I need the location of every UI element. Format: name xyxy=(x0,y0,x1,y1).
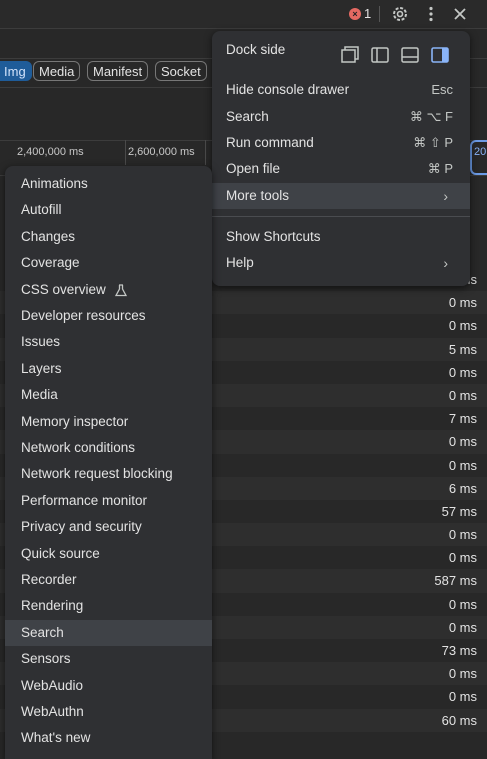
timeline-tick: 20 xyxy=(474,146,487,158)
menu-divider xyxy=(212,216,470,217)
menu-item-run-command[interactable]: Run command ⌘ ⇧ P xyxy=(212,130,470,156)
dock-side-row: Dock side xyxy=(212,37,470,63)
submenu-item-search[interactable]: Search xyxy=(5,619,212,647)
submenu-item-label: Coverage xyxy=(21,255,80,271)
filter-chip-img[interactable]: Img xyxy=(0,61,32,81)
submenu-item-coverage[interactable]: Coverage xyxy=(5,250,212,277)
dock-side-label: Dock side xyxy=(226,42,286,57)
shortcut: Esc xyxy=(431,82,453,97)
submenu-item-label: Animations xyxy=(21,176,88,191)
menu-item-search[interactable]: Search ⌘ ⌥ F xyxy=(212,104,470,130)
timeline-tick: 2,400,000 ms xyxy=(17,146,84,158)
submenu-item-label: Recorder xyxy=(21,572,77,587)
submenu-item-rendering[interactable]: Rendering xyxy=(5,593,212,620)
more-tools-submenu: Animations Autofill Changes Coverage CSS ove… xyxy=(5,166,212,759)
chevron-right-icon: › xyxy=(443,255,448,271)
submenu-item-label: Rendering xyxy=(21,598,84,614)
submenu-item-issues[interactable]: Issues xyxy=(5,329,212,356)
submenu-item-media[interactable]: Media xyxy=(5,382,212,409)
filter-chip-socket[interactable]: Socket xyxy=(155,61,207,81)
submenu-item-label: Performance monitor xyxy=(21,492,148,508)
submenu-item-label: Network request blocking xyxy=(21,466,173,482)
filter-chip-media[interactable]: Media xyxy=(33,61,81,81)
toolbar-divider xyxy=(379,6,380,22)
submenu-item-developer-resources[interactable]: Developer resources xyxy=(5,303,212,330)
request-type-filters: Img Media Manifest Socket xyxy=(0,59,215,87)
submenu-item-webauthn[interactable]: WebAuthn xyxy=(5,699,212,726)
submenu-item-network-request-blocking[interactable]: Network request blocking xyxy=(5,461,212,488)
menu-item-open-file[interactable]: Open file ⌘ P xyxy=(212,156,470,182)
submenu-item-webaudio[interactable]: WebAudio xyxy=(5,673,212,700)
menu-item-more-tools[interactable]: More tools › xyxy=(212,183,470,209)
gear-icon[interactable] xyxy=(390,4,410,24)
submenu-item-label: Search xyxy=(21,624,64,640)
submenu-item-label: Network conditions xyxy=(21,440,136,455)
shortcut: ⌘ P xyxy=(427,161,453,176)
error-counter[interactable]: × 1 xyxy=(349,6,371,21)
submenu-item-label: What's new xyxy=(21,730,91,746)
submenu-item-recorder[interactable]: Recorder xyxy=(5,567,212,594)
kebab-menu-icon[interactable] xyxy=(421,4,441,24)
devtools-toolbar: × 1 xyxy=(0,0,487,29)
shortcut: ⌘ ⇧ P xyxy=(413,135,453,150)
dock-left-icon[interactable] xyxy=(370,46,390,64)
close-icon[interactable] xyxy=(450,4,470,24)
submenu-item-label: Memory inspector xyxy=(21,413,129,429)
submenu-item-label: Sensors xyxy=(21,651,71,667)
submenu-item-performance-monitor[interactable]: Performance monitor xyxy=(5,488,212,515)
submenu-item-what-s-new[interactable]: What's new xyxy=(5,725,212,752)
submenu-item-privacy-and-security[interactable]: Privacy and security xyxy=(5,514,212,541)
submenu-item-quick-source[interactable]: Quick source xyxy=(5,541,212,568)
filter-chip-manifest[interactable]: Manifest xyxy=(87,61,149,81)
submenu-item-label: Autofill xyxy=(21,202,62,218)
submenu-item-label: Developer resources xyxy=(21,308,146,323)
submenu-item-label: Changes xyxy=(21,228,76,244)
submenu-item-animations[interactable]: Animations xyxy=(5,171,212,198)
submenu-item-label: CSS overview xyxy=(21,281,106,297)
submenu-item-label: WebAuthn xyxy=(21,704,84,719)
timeline-gridline xyxy=(125,140,126,165)
customize-devtools-menu: Dock side Hide console drawer Esc Search… xyxy=(212,31,470,286)
submenu-item-label: Layers xyxy=(21,360,62,376)
menu-item-show-shortcuts[interactable]: Show Shortcuts xyxy=(212,224,470,250)
experiment-flask-icon xyxy=(115,283,127,296)
error-count: 1 xyxy=(364,6,372,21)
submenu-item-autofill[interactable]: Autofill xyxy=(5,197,212,224)
submenu-item-label: Quick source xyxy=(21,545,100,561)
menu-item-hide-console-drawer[interactable]: Hide console drawer Esc xyxy=(212,77,470,103)
submenu-item-label: Privacy and security xyxy=(21,519,142,535)
chevron-right-icon: › xyxy=(443,188,448,204)
error-icon: × xyxy=(349,7,361,20)
submenu-item-memory-inspector[interactable]: Memory inspector xyxy=(5,409,212,436)
submenu-item-changes[interactable]: Changes xyxy=(5,224,212,251)
dock-right-icon[interactable] xyxy=(430,46,450,64)
timeline-tick: 2,600,000 ms xyxy=(128,146,195,158)
submenu-item-sensors[interactable]: Sensors xyxy=(5,646,212,673)
undock-icon[interactable] xyxy=(340,46,360,64)
submenu-item-css-overview[interactable]: CSS overview xyxy=(5,277,212,304)
submenu-item-label: Issues xyxy=(21,334,61,350)
submenu-item-label: WebAudio xyxy=(21,677,84,693)
shortcut: ⌘ ⌥ F xyxy=(409,109,453,124)
submenu-item-label: Media xyxy=(21,387,58,403)
submenu-item-network-conditions[interactable]: Network conditions xyxy=(5,435,212,462)
submenu-item-layers[interactable]: Layers xyxy=(5,356,212,383)
dock-bottom-icon[interactable] xyxy=(400,46,420,64)
menu-item-help[interactable]: Help › xyxy=(212,250,470,276)
timeline-gridline xyxy=(205,140,206,165)
